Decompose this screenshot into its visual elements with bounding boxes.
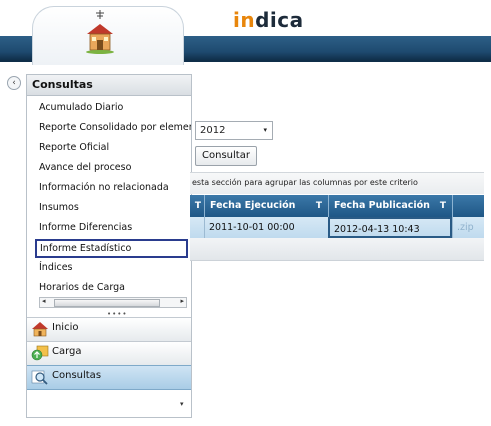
brand-part-1: in	[233, 8, 256, 32]
row-stub-cell[interactable]	[190, 217, 204, 238]
nav-inicio-button[interactable]: Inicio	[27, 317, 191, 341]
menu-item-informe-estadistico[interactable]: Informe Estadístico	[35, 239, 188, 258]
cell-fecha-ejecucion[interactable]: 2011-10-01 00:00	[204, 217, 328, 238]
nav-carga-button[interactable]: Carga	[27, 341, 191, 365]
year-select[interactable]: 2012 ▾	[195, 121, 273, 140]
menu-item-reporte-oficial[interactable]: Reporte Oficial	[39, 139, 109, 157]
brand-part-2: dica	[255, 8, 304, 32]
group-by-hint[interactable]: esta sección para agrupar las columnas p…	[190, 172, 484, 194]
cell-file-link[interactable]: .zip	[452, 217, 484, 238]
nav-consultas-label: Consultas	[52, 370, 102, 381]
year-select-value: 2012	[200, 125, 226, 136]
table-row[interactable]: 2011-10-01 00:00 2012-04-13 10:43 .zip	[190, 217, 484, 238]
scroll-right-arrow[interactable]: ▸	[180, 297, 184, 305]
consultar-button[interactable]: Consultar	[195, 146, 257, 166]
filter-icon[interactable]: T	[316, 195, 322, 217]
nav-carga-label: Carga	[52, 346, 82, 357]
house-logo-icon	[86, 10, 114, 54]
menu-item-informacion-no-relacionada[interactable]: Información no relacionada	[39, 179, 169, 197]
menu-item-indices[interactable]: Índices	[39, 259, 73, 277]
brand-logo: indica	[233, 8, 304, 32]
filter-icon[interactable]: T	[195, 195, 201, 217]
collapse-sidebar-button[interactable]: ‹	[7, 76, 21, 90]
chevron-down-icon: ▾	[263, 126, 267, 134]
grid-header: T Fecha Ejecución T Fecha Publicación T	[190, 195, 484, 217]
col-fecha-ejecucion[interactable]: Fecha Ejecución T	[204, 195, 328, 217]
filter-icon[interactable]: T	[440, 195, 446, 217]
sidebar-menu: Acumulado Diario Reporte Consolidado por…	[27, 96, 191, 304]
menu-item-informe-diferencias[interactable]: Informe Diferencias	[39, 219, 132, 237]
menu-item-acumulado-diario[interactable]: Acumulado Diario	[39, 99, 123, 117]
nav-inicio-label: Inicio	[52, 322, 79, 333]
col-extra[interactable]	[452, 195, 484, 217]
sidebar: Consultas Acumulado Diario Reporte Conso…	[26, 74, 192, 418]
chevron-down-icon[interactable]: ▾	[180, 400, 184, 408]
col-fecha-publicacion-label: Fecha Publicación	[334, 200, 430, 211]
grid-footer	[190, 238, 484, 261]
cell-fecha-publicacion[interactable]: 2012-04-13 10:43	[328, 217, 452, 238]
magnifier-icon	[31, 370, 48, 385]
menu-item-reporte-consolidado[interactable]: Reporte Consolidado por elemento	[39, 119, 191, 137]
sidebar-title: Consultas	[27, 75, 191, 96]
upload-icon	[31, 345, 49, 361]
logo-tab	[32, 6, 184, 65]
menu-horizontal-scrollbar[interactable]: ◂ ▸	[39, 297, 187, 308]
col-fecha-publicacion[interactable]: Fecha Publicación T	[328, 195, 452, 217]
menu-item-avance-proceso[interactable]: Avance del proceso	[39, 159, 131, 177]
house-icon	[32, 322, 48, 337]
nav-consultas-button[interactable]: Consultas	[27, 365, 191, 390]
scroll-thumb[interactable]	[54, 299, 160, 307]
scroll-left-arrow[interactable]: ◂	[42, 297, 46, 305]
grid-col-stub[interactable]: T	[190, 195, 204, 217]
menu-item-insumos[interactable]: Insumos	[39, 199, 79, 217]
col-fecha-ejecucion-label: Fecha Ejecución	[210, 200, 296, 211]
menu-item-horarios-carga[interactable]: Horarios de Carga	[39, 279, 125, 297]
